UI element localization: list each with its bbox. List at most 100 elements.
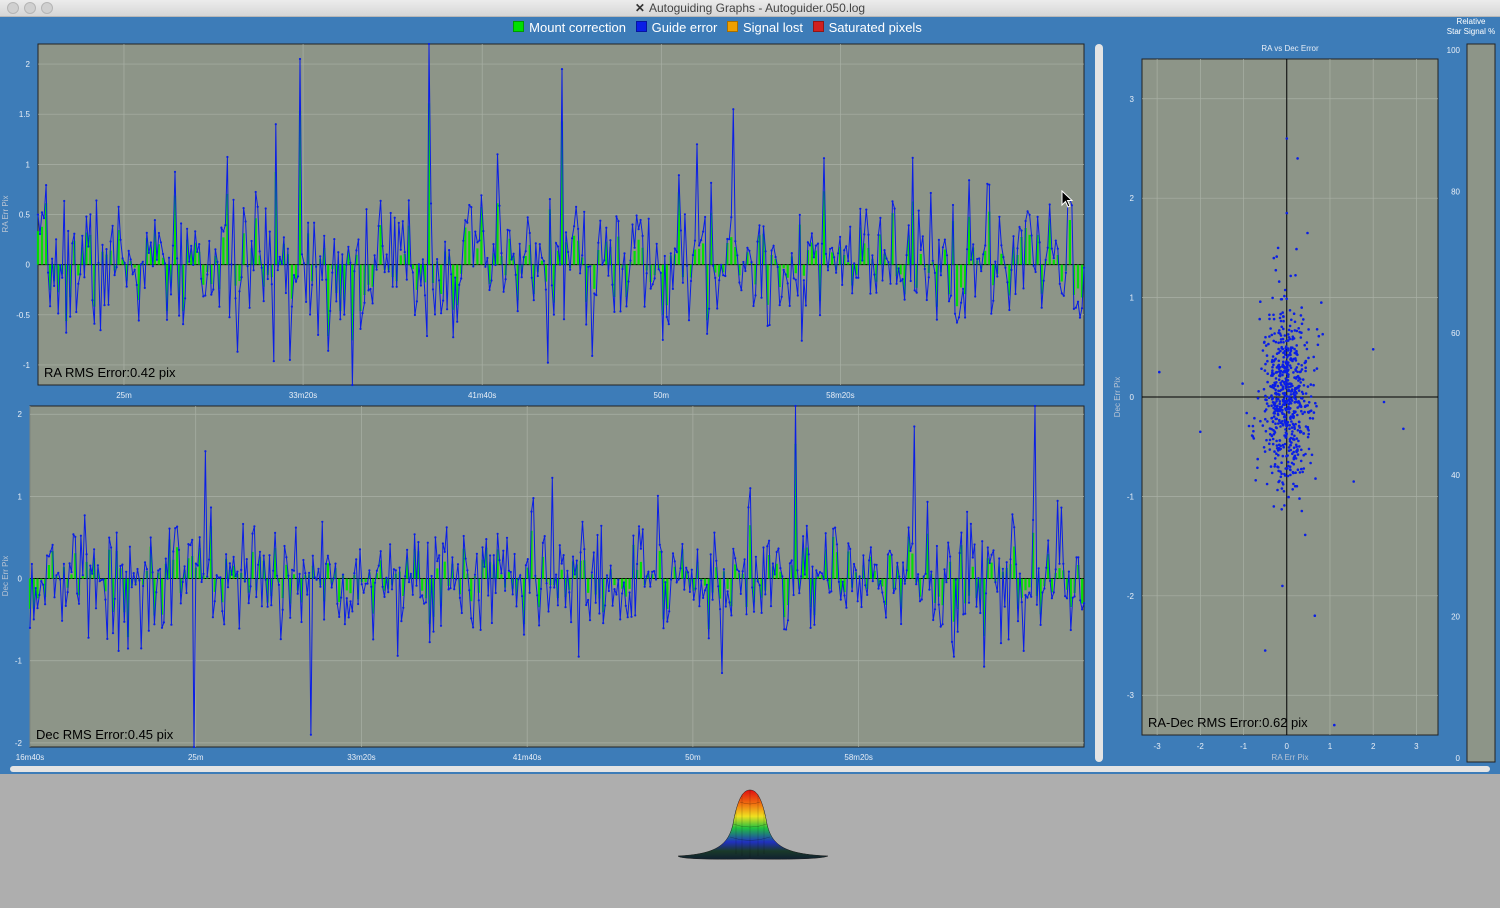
guide-error-point bbox=[514, 273, 517, 276]
guide-error-point bbox=[888, 549, 891, 552]
guide-error-point bbox=[737, 570, 741, 573]
guide-error-point bbox=[230, 263, 233, 266]
scatter-point bbox=[1293, 484, 1297, 488]
guide-error-point bbox=[176, 257, 179, 260]
scatter-point bbox=[1313, 614, 1317, 617]
guide-error-point bbox=[202, 295, 205, 298]
scatter-point bbox=[1262, 446, 1266, 449]
guide-error-point bbox=[502, 290, 505, 293]
guide-error-point bbox=[455, 578, 458, 581]
guide-error-point bbox=[913, 425, 916, 428]
guide-error-point bbox=[1018, 572, 1022, 575]
guide-error-point bbox=[429, 202, 433, 205]
guide-error-point bbox=[510, 258, 513, 261]
guide-error-point bbox=[659, 271, 662, 274]
scatter-point bbox=[1277, 397, 1280, 401]
scatter-point bbox=[1284, 428, 1287, 431]
guide-error-point bbox=[194, 562, 197, 565]
guide-error-point bbox=[969, 522, 973, 526]
scatter-point bbox=[1267, 404, 1270, 408]
scatter-point bbox=[1279, 298, 1283, 301]
scatter-point bbox=[1291, 359, 1294, 363]
guide-error-point bbox=[286, 247, 289, 250]
y-tick-label: 1 bbox=[1130, 294, 1135, 303]
scatter-point bbox=[1251, 424, 1255, 428]
scatter-point bbox=[1278, 374, 1281, 377]
guide-error-point bbox=[792, 593, 795, 597]
guide-error-point bbox=[115, 531, 118, 534]
scatter-point bbox=[1352, 480, 1355, 483]
guide-error-point bbox=[125, 570, 128, 573]
guide-error-point bbox=[772, 244, 775, 247]
scatter-point bbox=[1279, 369, 1282, 373]
guide-error-point bbox=[738, 281, 741, 284]
guide-error-point bbox=[891, 200, 894, 203]
guide-error-point bbox=[270, 283, 273, 286]
guide-error-point bbox=[266, 605, 269, 608]
scatter-point bbox=[1315, 404, 1318, 408]
guide-error-point bbox=[1073, 595, 1076, 598]
scatter-point bbox=[1276, 246, 1280, 250]
guide-error-point bbox=[741, 570, 744, 573]
guide-error-point bbox=[423, 294, 427, 297]
guide-error-point bbox=[621, 592, 624, 595]
guide-error-point bbox=[117, 649, 120, 653]
guide-error-point bbox=[811, 565, 814, 568]
guide-error-point bbox=[59, 264, 62, 267]
guide-error-point bbox=[181, 580, 184, 584]
guide-error-point bbox=[974, 295, 977, 298]
guide-error-point bbox=[334, 562, 337, 565]
guide-error-point bbox=[730, 614, 733, 617]
guide-error-point bbox=[782, 268, 785, 271]
guide-error-point bbox=[45, 184, 48, 187]
scatter-point bbox=[1301, 412, 1304, 416]
scatter-point bbox=[1310, 453, 1314, 457]
scatter-point bbox=[1316, 343, 1320, 347]
guide-error-point bbox=[502, 549, 505, 552]
guide-error-point bbox=[643, 305, 646, 308]
guide-error-point bbox=[389, 211, 392, 215]
scatter-point bbox=[1270, 394, 1273, 397]
guide-error-point bbox=[492, 243, 495, 246]
guide-error-point bbox=[742, 260, 745, 264]
guide-error-point bbox=[511, 593, 514, 596]
guide-error-point bbox=[671, 287, 675, 290]
y-tick-label: -3 bbox=[1127, 691, 1135, 700]
guide-error-point bbox=[724, 605, 727, 608]
guide-error-point bbox=[250, 239, 253, 243]
guide-error-point bbox=[402, 606, 405, 609]
scatter-point bbox=[1278, 316, 1282, 320]
guide-error-point bbox=[702, 596, 705, 600]
guide-error-point bbox=[649, 585, 652, 588]
guide-error-point bbox=[929, 191, 932, 195]
guide-error-point bbox=[222, 230, 225, 233]
guide-error-point bbox=[841, 283, 844, 286]
guide-error-point bbox=[379, 550, 382, 553]
scatter-point bbox=[1294, 359, 1298, 362]
horizontal-scrollbar[interactable] bbox=[10, 766, 1490, 772]
guide-error-point bbox=[609, 564, 612, 567]
ra-rms-label: RA RMS Error:0.42 pix bbox=[44, 365, 176, 380]
guide-error-point bbox=[409, 572, 412, 575]
guide-error-point bbox=[751, 586, 754, 589]
guide-error-point bbox=[489, 554, 492, 557]
guide-error-point bbox=[287, 574, 290, 577]
vertical-scrollbar[interactable] bbox=[1095, 44, 1103, 762]
scatter-point bbox=[1263, 649, 1267, 652]
guide-error-point bbox=[960, 301, 963, 304]
guide-error-point bbox=[817, 574, 820, 577]
guide-error-point bbox=[585, 323, 588, 326]
guide-error-point bbox=[194, 230, 197, 233]
scatter-point bbox=[1311, 417, 1315, 420]
guide-error-point bbox=[281, 608, 284, 611]
guide-error-point bbox=[734, 557, 737, 560]
guide-error-point bbox=[53, 596, 56, 599]
guide-error-point bbox=[575, 559, 578, 562]
guide-error-point bbox=[833, 256, 836, 259]
guide-error-point bbox=[262, 554, 265, 557]
guide-error-point bbox=[889, 282, 892, 285]
guide-error-point bbox=[1071, 596, 1074, 599]
guide-error-point bbox=[347, 616, 350, 619]
guide-error-point bbox=[107, 303, 110, 306]
scatter-point bbox=[1264, 429, 1268, 433]
